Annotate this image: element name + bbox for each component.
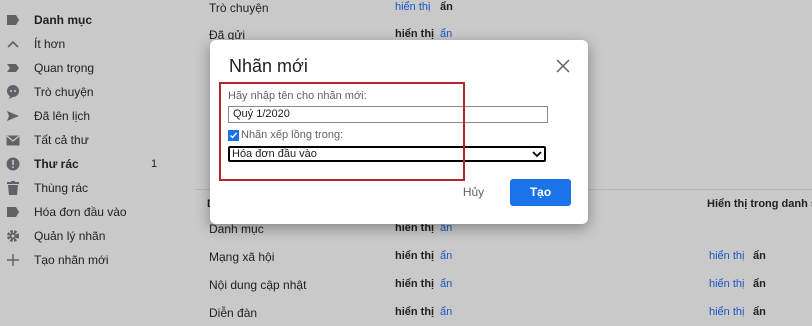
sidebar-item-label: Danh mục [34, 13, 93, 27]
sidebar-item-all-mail[interactable]: Tất cả thư [0, 128, 165, 152]
table-row: Mạng xã hội hiển thị ẩn hiển thị ẩn [195, 250, 812, 270]
label-name: Nội dung cập nhật [209, 278, 307, 292]
show-in-list-link[interactable]: hiển thị [709, 250, 744, 262]
show-in-list-link[interactable]: hiển thị [709, 306, 744, 318]
gear-icon [6, 229, 20, 243]
sidebar-item-hoa-don-dau-vao[interactable]: Hóa đơn đầu vào [0, 200, 165, 224]
sidebar-item-label: Trò chuyện [34, 85, 94, 99]
sidebar-item-scheduled[interactable]: Đã lên lịch [0, 104, 165, 128]
chat-icon [6, 85, 20, 99]
sidebar-item-spam[interactable]: Thư rác 1 [0, 152, 165, 176]
sidebar-item-less[interactable]: Ít hơn [0, 32, 165, 56]
highlight-box [219, 82, 465, 181]
spam-icon [6, 157, 20, 171]
label-icon [6, 205, 20, 219]
label-name: Danh mục [209, 222, 264, 236]
label-icon [6, 13, 20, 27]
hide-link[interactable]: ẩn [440, 278, 452, 290]
chevron-down-icon [532, 149, 542, 159]
unread-count: 1 [151, 158, 158, 170]
sidebar-item-important[interactable]: Quan trọng [0, 56, 165, 80]
hide-in-list-link[interactable]: ẩn [753, 306, 766, 318]
show-link[interactable]: hiển thị [395, 306, 434, 318]
all-mail-icon [6, 133, 20, 147]
plus-icon [6, 253, 20, 267]
sidebar-item-label: Quản lý nhãn [34, 229, 106, 243]
close-icon[interactable] [555, 58, 571, 74]
table-row: Danh mục hiển thị ẩn [195, 222, 812, 242]
chevron-up-icon [6, 37, 20, 51]
show-link[interactable]: hiển thị [395, 250, 434, 262]
hide-link[interactable]: ẩn [440, 250, 452, 262]
sidebar-item-label: Ít hơn [34, 37, 66, 51]
sidebar-item-chat[interactable]: Trò chuyện [0, 80, 165, 104]
scheduled-icon [6, 109, 20, 123]
sidebar-item-create-label[interactable]: Tạo nhãn mới [0, 248, 165, 272]
label-name: Mạng xã hội [209, 250, 275, 264]
sidebar-item-categories[interactable]: Danh mục [0, 8, 165, 32]
sidebar-item-label: Thư rác [34, 157, 79, 171]
sidebar-item-label: Hóa đơn đầu vào [34, 205, 127, 219]
cancel-button[interactable]: Hủy [455, 183, 492, 201]
dialog-title: Nhãn mới [229, 56, 308, 76]
sidebar-item-label: Tất cả thư [34, 133, 89, 147]
show-in-list-link[interactable]: hiển thị [709, 278, 744, 290]
label-name: Diễn đàn [209, 306, 258, 320]
hide-link[interactable]: ẩn [440, 306, 452, 318]
table-row: Diễn đàn hiển thị ẩn hiển thị ẩn [195, 306, 812, 326]
sidebar-item-trash[interactable]: Thùng rác [0, 176, 165, 200]
sidebar-item-label: Tạo nhãn mới [34, 253, 109, 267]
hide-in-list-link[interactable]: ẩn [753, 278, 766, 290]
create-button[interactable]: Tạo [510, 179, 571, 206]
sidebar: Danh mục Ít hơn Quan trọng Trò chuyện Đã… [0, 0, 165, 326]
sidebar-item-manage-labels[interactable]: Quản lý nhãn [0, 224, 165, 248]
sidebar-item-label: Đã lên lịch [34, 109, 91, 123]
sidebar-item-label: Quan trọng [34, 61, 95, 75]
show-link[interactable]: hiển thị [395, 278, 434, 290]
sidebar-item-label: Thùng rác [34, 181, 89, 195]
important-icon [6, 61, 20, 75]
new-label-dialog: Nhãn mới Hãy nhập tên cho nhãn mới: Quý … [210, 40, 588, 224]
hide-in-list-link[interactable]: ẩn [753, 250, 766, 262]
trash-icon [6, 181, 20, 195]
table-row: Nội dung cập nhật hiển thị ẩn hiển thị ẩ… [195, 278, 812, 298]
